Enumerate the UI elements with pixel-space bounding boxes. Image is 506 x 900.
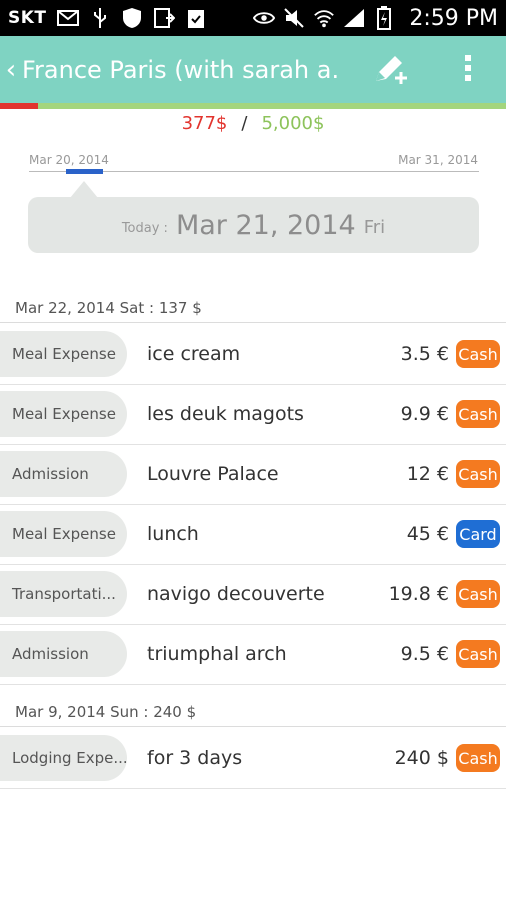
edit-add-icon <box>370 48 410 92</box>
back-icon[interactable]: ‹ <box>0 36 22 103</box>
payment-badge-cash: Cash <box>456 640 500 668</box>
expense-description: les deuk magots <box>147 403 304 425</box>
expense-amount: 12 € <box>406 463 449 485</box>
status-icons-left <box>56 7 207 29</box>
expense-amount: 3.5 € <box>400 343 449 365</box>
today-date: Mar 21, 2014 <box>175 209 356 241</box>
expense-amount: 9.5 € <box>400 643 449 665</box>
category-chip: Admission <box>0 631 127 677</box>
expense-row[interactable]: Admission Louvre Palace 12 € Cash <box>0 445 506 505</box>
expense-description: ice cream <box>147 343 241 365</box>
group-header: Mar 9, 2014 Sun : 240 $ <box>0 697 506 727</box>
budget-separator: / <box>241 113 248 134</box>
category-chip: Admission <box>0 451 127 497</box>
mail-icon <box>56 7 79 29</box>
category-chip: Meal Expense <box>0 391 127 437</box>
expense-amount: 19.8 € <box>388 583 449 605</box>
today-marker[interactable] <box>66 169 103 174</box>
expense-amount: 240 $ <box>394 747 449 769</box>
today-label: Today : <box>121 220 168 236</box>
expense-row[interactable]: Meal Expense lunch 45 € Card <box>0 505 506 565</box>
category-chip: Meal Expense <box>0 331 127 377</box>
payment-badge-cash: Cash <box>456 460 500 488</box>
category-chip: Lodging Expe... <box>0 735 127 781</box>
expense-amount: 9.9 € <box>400 403 449 425</box>
payment-badge-cash: Cash <box>456 400 500 428</box>
budget-progress-bar <box>0 103 506 109</box>
eye-icon <box>253 7 276 29</box>
expense-row[interactable]: Meal Expense les deuk magots 9.9 € Cash <box>0 385 506 445</box>
status-icons-right: 2:59 PM <box>253 6 498 31</box>
range-start-date: Mar 20, 2014 <box>29 153 109 167</box>
trip-title[interactable]: France Paris (with sarah a... <box>22 56 340 84</box>
budget-limit: 5,000$ <box>261 113 325 134</box>
expense-description: navigo decouverte <box>147 583 325 605</box>
clock: 2:59 PM <box>409 5 498 31</box>
usb-icon <box>89 7 111 29</box>
battery-icon <box>373 6 395 30</box>
spent-amount: 377$ <box>181 113 228 134</box>
expense-row[interactable]: Admission triumphal arch 9.5 € Cash <box>0 625 506 685</box>
wifi-icon <box>313 7 335 29</box>
shield-icon <box>121 7 143 29</box>
today-pointer <box>70 181 98 198</box>
budget-summary: 377$ / 5,000$ <box>0 113 506 139</box>
range-end-date: Mar 31, 2014 <box>398 153 478 167</box>
expense-description: triumphal arch <box>147 643 287 665</box>
payment-badge-cash: Cash <box>456 744 500 772</box>
mute-icon <box>283 7 305 29</box>
action-bar: ‹ France Paris (with sarah a... <box>0 36 506 103</box>
expense-description: for 3 days <box>147 747 243 769</box>
today-box: Today : Mar 21, 2014 Fri <box>28 197 479 253</box>
payment-badge-card: Card <box>456 520 500 548</box>
overflow-menu-button[interactable] <box>446 36 490 103</box>
signal-icon <box>343 7 365 29</box>
expense-description: lunch <box>147 523 199 545</box>
overflow-menu-icon <box>463 53 473 87</box>
download-icon <box>153 7 175 29</box>
edit-add-button[interactable] <box>366 36 414 103</box>
status-bar: SKT 2:59 PM <box>0 0 506 36</box>
budget-progress-fill <box>0 103 39 109</box>
carrier-label: SKT <box>8 8 47 28</box>
expense-row[interactable]: Lodging Expe... for 3 days 240 $ Cash <box>0 729 506 789</box>
clipboard-icon <box>185 7 207 29</box>
expense-row[interactable]: Meal Expense ice cream 3.5 € Cash <box>0 325 506 385</box>
today-weekday: Fri <box>363 216 386 238</box>
category-chip: Meal Expense <box>0 511 127 557</box>
payment-badge-cash: Cash <box>456 340 500 368</box>
expense-description: Louvre Palace <box>147 463 279 485</box>
payment-badge-cash: Cash <box>456 580 500 608</box>
category-chip: Transportati... <box>0 571 127 617</box>
expense-row[interactable]: Transportati... navigo decouverte 19.8 €… <box>0 565 506 625</box>
group-header: Mar 22, 2014 Sat : 137 $ <box>0 293 506 323</box>
expense-amount: 45 € <box>406 523 449 545</box>
